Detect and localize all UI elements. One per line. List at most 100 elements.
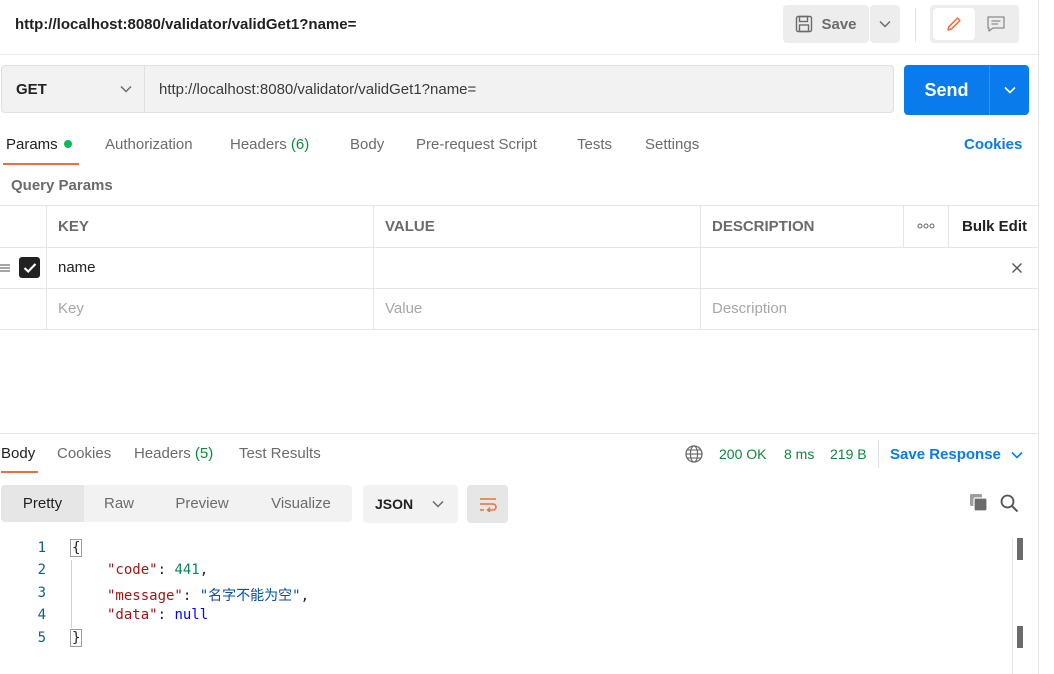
tab-tests[interactable]: Tests (577, 136, 612, 153)
response-tab-test-results[interactable]: Test Results (239, 445, 321, 462)
tab-params-label: Params (6, 136, 58, 153)
send-button[interactable]: Send (904, 65, 989, 115)
delete-row-button[interactable] (1011, 259, 1023, 277)
table-border (903, 205, 904, 247)
pencil-icon (947, 17, 961, 31)
view-visualize[interactable]: Visualize (250, 485, 352, 522)
json-null: null (174, 607, 209, 623)
method-select[interactable]: GET (1, 65, 145, 113)
response-headers-count: (5) (194, 445, 214, 462)
save-icon (796, 15, 813, 33)
line-number: 1 (37, 540, 46, 556)
line-number: 4 (37, 607, 46, 623)
more-options-button[interactable] (916, 218, 936, 234)
copy-button[interactable] (969, 493, 989, 516)
save-response-label: Save Response (890, 446, 1001, 463)
save-button[interactable]: Save (783, 5, 869, 43)
response-tab-body[interactable]: Body (1, 445, 35, 462)
request-title[interactable]: http://localhost:8080/validator/validGet… (15, 16, 356, 33)
tab-prerequest-script[interactable]: Pre-request Script (416, 136, 537, 153)
active-tab-underline (3, 163, 79, 165)
drag-handle[interactable] (0, 261, 10, 278)
format-label: JSON (375, 496, 414, 512)
tab-headers[interactable]: Headers (6) (230, 136, 309, 153)
status-code[interactable]: 200 OK (719, 446, 766, 462)
tab-headers-label: Headers (230, 136, 287, 153)
table-border (700, 205, 701, 329)
divider (915, 8, 916, 42)
save-response-button[interactable]: Save Response (890, 446, 1023, 463)
more-horizontal-icon (917, 223, 935, 229)
indent-guide (71, 560, 72, 628)
column-header-key: KEY (58, 218, 89, 235)
save-options-button[interactable] (870, 5, 900, 43)
documentation-mode-button[interactable] (975, 8, 1017, 40)
new-key-input[interactable]: Key (58, 300, 84, 317)
table-border (948, 205, 949, 247)
table-border (0, 205, 1038, 206)
cookies-link[interactable]: Cookies (964, 136, 1022, 153)
headers-count: (6) (290, 136, 310, 153)
send-options-button[interactable] (989, 65, 1029, 115)
chevron-down-icon (879, 20, 891, 28)
tab-authorization[interactable]: Authorization (105, 136, 193, 153)
chevron-down-icon (1011, 451, 1023, 459)
new-value-input[interactable]: Value (385, 300, 422, 317)
response-time[interactable]: 8 ms (784, 446, 814, 462)
response-tab-headers[interactable]: Headers (5) (134, 445, 213, 462)
view-pretty[interactable]: Pretty (1, 485, 84, 522)
response-headers-label: Headers (134, 445, 191, 462)
table-border (0, 288, 1038, 289)
json-number: 441 (174, 562, 200, 578)
comment-icon (987, 16, 1005, 32)
table-border (0, 329, 1038, 330)
chevron-down-icon (432, 500, 444, 508)
network-button[interactable] (684, 444, 704, 467)
tab-params[interactable]: Params (6, 136, 72, 153)
table-border (46, 205, 47, 329)
table-border (0, 247, 1038, 248)
query-params-title: Query Params (11, 177, 113, 194)
url-input[interactable] (145, 65, 894, 113)
search-icon (1000, 494, 1019, 513)
response-divider (0, 433, 1038, 434)
param-enabled-checkbox[interactable] (19, 257, 40, 278)
line-number: 2 (37, 562, 46, 578)
close-brace: } (70, 629, 83, 647)
divider (878, 440, 879, 468)
code-line-2[interactable]: "code": 441, (107, 562, 208, 578)
save-label: Save (821, 15, 857, 33)
response-size[interactable]: 219 B (830, 446, 867, 462)
close-icon (1012, 263, 1022, 273)
code-line-3[interactable]: "message": "名字不能为空", (107, 585, 309, 605)
code-line-1[interactable]: { (70, 539, 83, 557)
edit-mode-button[interactable] (933, 8, 975, 40)
globe-icon (685, 445, 703, 463)
json-string: "名字不能为空" (199, 588, 301, 604)
response-tab-cookies[interactable]: Cookies (57, 445, 111, 462)
new-description-input[interactable]: Description (712, 300, 787, 317)
format-select[interactable]: JSON (363, 485, 458, 523)
search-button[interactable] (999, 493, 1019, 516)
line-number: 5 (37, 630, 46, 646)
view-raw[interactable]: Raw (84, 485, 154, 522)
code-line-4[interactable]: "data": null (107, 607, 208, 623)
view-preview[interactable]: Preview (154, 485, 250, 522)
tab-settings[interactable]: Settings (645, 136, 699, 153)
json-key: "message" (107, 588, 183, 604)
json-key: "code" (107, 562, 158, 578)
wrap-lines-icon (479, 498, 497, 512)
pane-border (1038, 0, 1039, 674)
active-tab-underline (1, 471, 38, 473)
checkmark-icon (23, 262, 36, 273)
wrap-lines-button[interactable] (467, 485, 508, 523)
drag-handle-icon (0, 264, 10, 272)
column-header-description: DESCRIPTION (712, 218, 815, 235)
param-key-cell[interactable]: name (58, 259, 96, 276)
column-header-value: VALUE (385, 218, 435, 235)
bulk-edit-button[interactable]: Bulk Edit (962, 218, 1027, 235)
tab-body[interactable]: Body (350, 136, 384, 153)
line-number: 3 (37, 585, 46, 601)
code-scrollbar[interactable] (1012, 538, 1013, 674)
code-line-5[interactable]: } (70, 629, 83, 647)
